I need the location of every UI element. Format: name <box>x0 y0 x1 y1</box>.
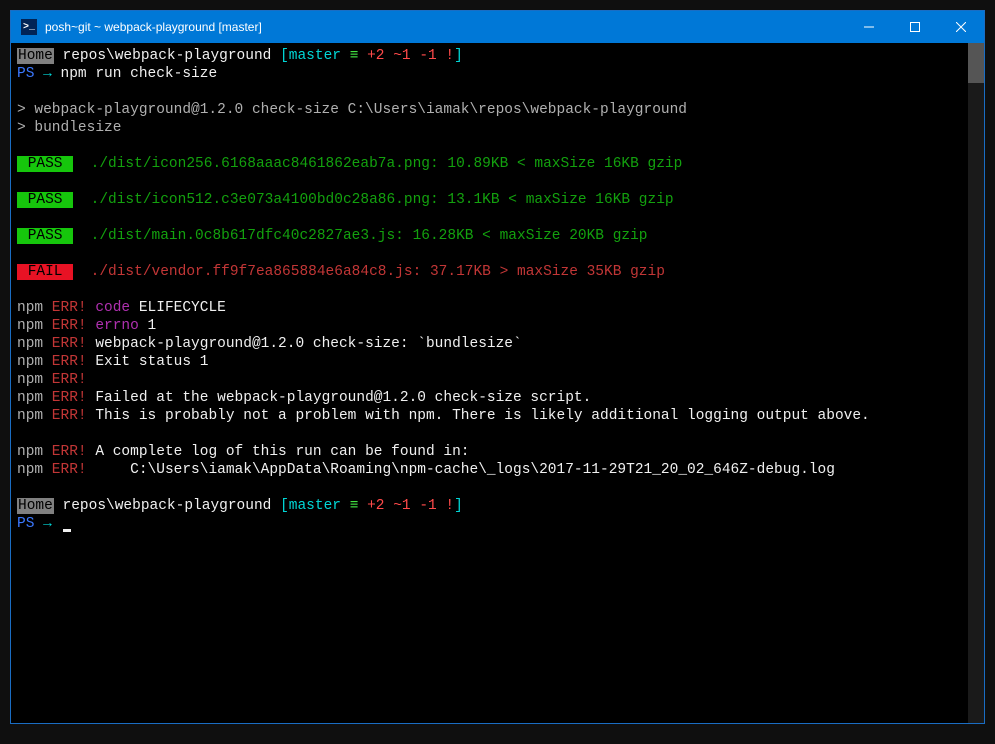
close-icon <box>956 22 966 32</box>
err-label: ERR! <box>43 336 87 352</box>
titlebar[interactable]: >_ posh~git ~ webpack-playground [master… <box>11 11 984 43</box>
ps-prompt: PS <box>17 516 34 532</box>
npm: npm <box>17 390 43 406</box>
branch-equiv: ≡ <box>341 498 367 514</box>
branch-name: master <box>289 48 341 64</box>
log-label: A complete log of this run can be found … <box>87 444 470 460</box>
branch-close: ] <box>454 48 463 64</box>
pass-badge: PASS <box>17 156 73 172</box>
bang: ! <box>445 48 454 64</box>
err-label: ERR! <box>43 372 87 388</box>
ahead: +2 <box>367 498 384 514</box>
close-button[interactable] <box>938 11 984 43</box>
code-label: code <box>87 300 131 316</box>
terminal-area: Home repos\webpack-playground [master ≡ … <box>11 43 984 723</box>
maximize-button[interactable] <box>892 11 938 43</box>
npm: npm <box>17 300 43 316</box>
prompt-path: repos\webpack-playground <box>54 498 280 514</box>
err-label: ERR! <box>43 318 87 334</box>
npm: npm <box>17 336 43 352</box>
npm: npm <box>17 372 43 388</box>
ahead: +2 <box>367 48 384 64</box>
bang: ! <box>445 498 454 514</box>
maximize-icon <box>910 22 920 32</box>
fail-badge: FAIL <box>17 264 73 280</box>
errno-label: errno <box>87 318 139 334</box>
prompt-arrow: → <box>34 66 60 82</box>
err-probably: This is probably not a problem with npm.… <box>87 408 870 424</box>
err-label: ERR! <box>43 408 87 424</box>
npm: npm <box>17 354 43 370</box>
terminal-window: >_ posh~git ~ webpack-playground [master… <box>10 10 985 724</box>
home-badge: Home <box>17 498 54 514</box>
staged: -1 <box>419 48 436 64</box>
result-line: ./dist/main.0c8b617dfc40c2827ae3.js: 16.… <box>73 228 647 244</box>
branch-open: [ <box>280 48 289 64</box>
npm: npm <box>17 408 43 424</box>
err-label: ERR! <box>43 354 87 370</box>
errno-val: 1 <box>139 318 156 334</box>
ps-prompt: PS <box>17 66 34 82</box>
window-title: posh~git ~ webpack-playground [master] <box>45 20 846 34</box>
npm-script-header: > webpack-playground@1.2.0 check-size C:… <box>17 102 687 118</box>
result-line: ./dist/icon256.6168aaac8461862eab7a.png:… <box>73 156 682 172</box>
pass-badge: PASS <box>17 228 73 244</box>
npm: npm <box>17 462 43 478</box>
behind: ~1 <box>393 48 410 64</box>
npm-script-cmd: > bundlesize <box>17 120 121 136</box>
npm: npm <box>17 318 43 334</box>
npm: npm <box>17 444 43 460</box>
powershell-icon: >_ <box>21 19 37 35</box>
cursor <box>63 529 71 532</box>
behind: ~1 <box>393 498 410 514</box>
err-label: ERR! <box>43 300 87 316</box>
err-label: ERR! <box>43 462 87 478</box>
minimize-icon <box>864 22 874 32</box>
err-failed: Failed at the webpack-playground@1.2.0 c… <box>87 390 592 406</box>
scrollbar[interactable] <box>968 43 984 723</box>
branch-open: [ <box>280 498 289 514</box>
result-line: ./dist/vendor.ff9f7ea865884e6a84c8.js: 3… <box>73 264 665 280</box>
terminal-output[interactable]: Home repos\webpack-playground [master ≡ … <box>11 43 968 723</box>
result-line: ./dist/icon512.c3e073a4100bd0c28a86.png:… <box>73 192 673 208</box>
branch-close: ] <box>454 498 463 514</box>
prompt-arrow: → <box>34 516 60 532</box>
staged: -1 <box>419 498 436 514</box>
err-exit: Exit status 1 <box>87 354 209 370</box>
err-label: ERR! <box>43 390 87 406</box>
branch-equiv: ≡ <box>341 48 367 64</box>
err-label: ERR! <box>43 444 87 460</box>
code-val: ELIFECYCLE <box>130 300 226 316</box>
pass-badge: PASS <box>17 192 73 208</box>
command: npm run check-size <box>61 66 218 82</box>
minimize-button[interactable] <box>846 11 892 43</box>
scrollbar-thumb[interactable] <box>968 43 984 83</box>
prompt-path: repos\webpack-playground <box>54 48 280 64</box>
err-script: webpack-playground@1.2.0 check-size: `bu… <box>87 336 522 352</box>
branch-name: master <box>289 498 341 514</box>
home-badge: Home <box>17 48 54 64</box>
log-path: C:\Users\iamak\AppData\Roaming\npm-cache… <box>87 462 835 478</box>
window-controls <box>846 11 984 43</box>
